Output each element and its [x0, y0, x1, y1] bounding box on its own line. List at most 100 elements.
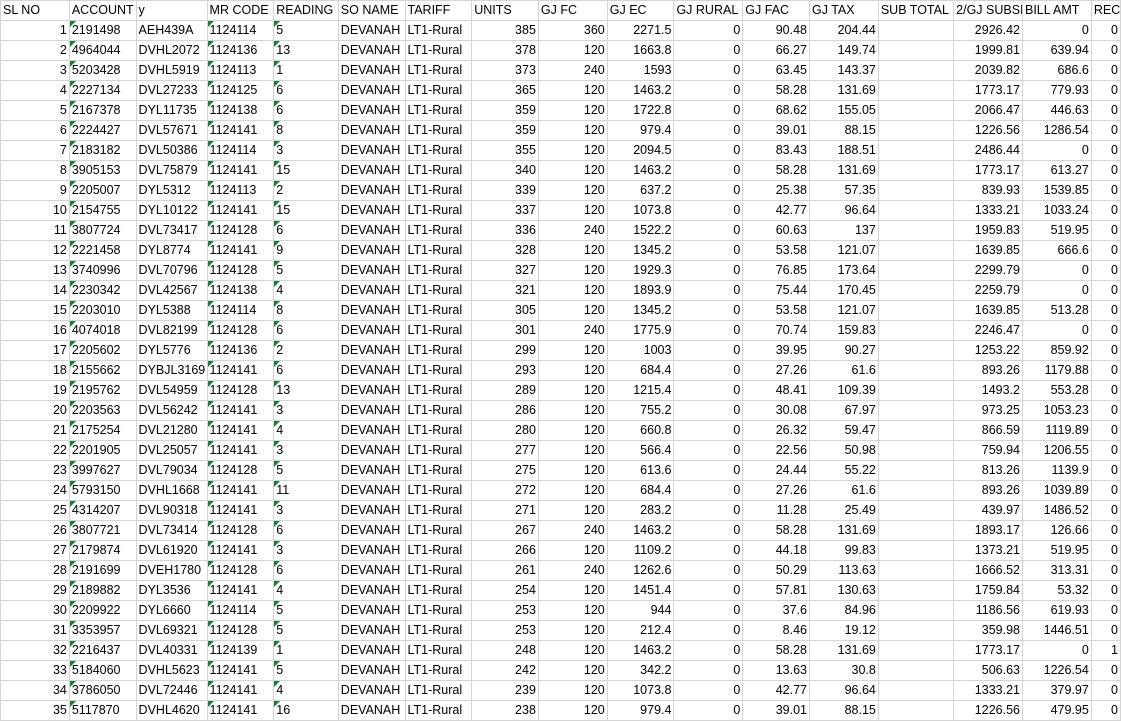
cell-gj-fac[interactable]: 42.77	[742, 200, 810, 221]
cell-gj-tax[interactable]: 121.07	[809, 300, 879, 321]
cell-gj-subsidy[interactable]: 813.26	[953, 460, 1023, 481]
cell-gj-subsidy[interactable]: 1773.17	[953, 160, 1023, 181]
cell-gj-rural[interactable]: 0	[673, 40, 744, 61]
cell-tariff[interactable]: LT1-Rural	[404, 340, 473, 361]
cell-sub-total[interactable]	[877, 480, 955, 501]
cell-bill-amt[interactable]: 1179.88	[1021, 360, 1092, 381]
cell-account[interactable]: 5184060	[68, 660, 137, 681]
cell-y[interactable]: DVL50386	[135, 140, 208, 161]
cell-gj-subsidy[interactable]: 893.26	[953, 480, 1023, 501]
cell-gj-subsidy[interactable]: 1999.81	[953, 40, 1023, 61]
cell-account[interactable]: 2154755	[68, 200, 137, 221]
cell-gj-tax[interactable]: 90.27	[809, 340, 879, 361]
cell-y[interactable]: DVL40331	[135, 640, 208, 661]
cell-tariff[interactable]: LT1-Rural	[404, 140, 473, 161]
cell-bill-amt[interactable]: 666.6	[1021, 240, 1092, 261]
cell-tariff[interactable]: LT1-Rural	[404, 440, 473, 461]
cell-gj-ec[interactable]: 283.2	[606, 500, 675, 521]
cell-mr-code[interactable]: 1124141	[206, 580, 275, 601]
cell-gj-fc[interactable]: 120	[537, 340, 608, 361]
cell-recorded[interactable]: 0	[1090, 220, 1121, 241]
cell-gj-fac[interactable]: 25.38	[742, 180, 810, 201]
cell-gj-fac[interactable]: 22.56	[742, 440, 810, 461]
cell-gj-subsidy[interactable]: 973.25	[953, 400, 1023, 421]
cell-gj-fac[interactable]: 90.48	[742, 20, 810, 41]
cell-sub-total[interactable]	[877, 640, 955, 661]
cell-units[interactable]: 254	[471, 580, 539, 601]
header-tariff[interactable]: TARIFF	[404, 0, 473, 21]
cell-reading[interactable]: 1	[273, 640, 339, 661]
cell-tariff[interactable]: LT1-Rural	[404, 240, 473, 261]
cell-gj-ec[interactable]: 1451.4	[606, 580, 675, 601]
cell-tariff[interactable]: LT1-Rural	[404, 640, 473, 661]
cell-sub-total[interactable]	[877, 580, 955, 601]
cell-reading[interactable]: 4	[273, 280, 339, 301]
cell-gj-subsidy[interactable]: 2246.47	[953, 320, 1023, 341]
cell-gj-fac[interactable]: 39.01	[742, 120, 810, 141]
cell-gj-rural[interactable]: 0	[673, 420, 744, 441]
cell-gj-fc[interactable]: 120	[537, 380, 608, 401]
cell-gj-tax[interactable]: 88.15	[809, 700, 879, 721]
cell-units[interactable]: 327	[471, 260, 539, 281]
cell-account[interactable]: 2227134	[68, 80, 137, 101]
cell-units[interactable]: 261	[471, 560, 539, 581]
cell-recorded[interactable]: 0	[1090, 620, 1121, 641]
cell-sub-total[interactable]	[877, 300, 955, 321]
cell-account[interactable]: 2195762	[68, 380, 137, 401]
cell-reading[interactable]: 9	[273, 240, 339, 261]
cell-sl-no[interactable]: 27	[0, 540, 70, 561]
cell-gj-rural[interactable]: 0	[673, 600, 744, 621]
cell-reading[interactable]: 5	[273, 620, 339, 641]
cell-recorded[interactable]: 0	[1090, 120, 1121, 141]
cell-mr-code[interactable]: 1124139	[206, 640, 275, 661]
cell-recorded[interactable]: 0	[1090, 540, 1121, 561]
cell-recorded[interactable]: 0	[1090, 580, 1121, 601]
cell-units[interactable]: 275	[471, 460, 539, 481]
cell-gj-subsidy[interactable]: 1226.56	[953, 120, 1023, 141]
cell-gj-fc[interactable]: 120	[537, 400, 608, 421]
cell-gj-ec[interactable]: 1775.9	[606, 320, 675, 341]
cell-mr-code[interactable]: 1124141	[206, 680, 275, 701]
cell-mr-code[interactable]: 1124141	[206, 400, 275, 421]
cell-account[interactable]: 2167378	[68, 100, 137, 121]
cell-sl-no[interactable]: 15	[0, 300, 70, 321]
cell-tariff[interactable]: LT1-Rural	[404, 300, 473, 321]
cell-reading[interactable]: 6	[273, 220, 339, 241]
cell-sl-no[interactable]: 14	[0, 280, 70, 301]
cell-account[interactable]: 4314207	[68, 500, 137, 521]
cell-bill-amt[interactable]: 1033.24	[1021, 200, 1092, 221]
cell-gj-subsidy[interactable]: 1333.21	[953, 680, 1023, 701]
cell-reading[interactable]: 1	[273, 60, 339, 81]
cell-sub-total[interactable]	[877, 360, 955, 381]
cell-sl-no[interactable]: 25	[0, 500, 70, 521]
cell-sub-total[interactable]	[877, 540, 955, 561]
cell-gj-fc[interactable]: 120	[537, 700, 608, 721]
cell-reading[interactable]: 16	[273, 700, 339, 721]
cell-gj-fc[interactable]: 120	[537, 500, 608, 521]
cell-y[interactable]: DYL11735	[135, 100, 208, 121]
cell-bill-amt[interactable]: 1139.9	[1021, 460, 1092, 481]
cell-reading[interactable]: 13	[273, 380, 339, 401]
cell-mr-code[interactable]: 1124141	[206, 660, 275, 681]
cell-account[interactable]: 3807721	[68, 520, 137, 541]
cell-gj-tax[interactable]: 88.15	[809, 120, 879, 141]
cell-so-name[interactable]: DEVANAH	[337, 160, 406, 181]
cell-y[interactable]: DVL27233	[135, 80, 208, 101]
cell-recorded[interactable]: 0	[1090, 260, 1121, 281]
cell-sub-total[interactable]	[877, 320, 955, 341]
cell-gj-rural[interactable]: 0	[673, 360, 744, 381]
cell-so-name[interactable]: DEVANAH	[337, 420, 406, 441]
cell-account[interactable]: 2203010	[68, 300, 137, 321]
cell-account[interactable]: 2201905	[68, 440, 137, 461]
cell-reading[interactable]: 15	[273, 160, 339, 181]
cell-recorded[interactable]: 0	[1090, 200, 1121, 221]
cell-sub-total[interactable]	[877, 560, 955, 581]
cell-recorded[interactable]: 0	[1090, 480, 1121, 501]
cell-bill-amt[interactable]: 1539.85	[1021, 180, 1092, 201]
cell-mr-code[interactable]: 1124128	[206, 460, 275, 481]
cell-gj-subsidy[interactable]: 1759.84	[953, 580, 1023, 601]
cell-gj-subsidy[interactable]: 893.26	[953, 360, 1023, 381]
cell-so-name[interactable]: DEVANAH	[337, 400, 406, 421]
cell-gj-ec[interactable]: 1073.8	[606, 200, 675, 221]
cell-sub-total[interactable]	[877, 140, 955, 161]
